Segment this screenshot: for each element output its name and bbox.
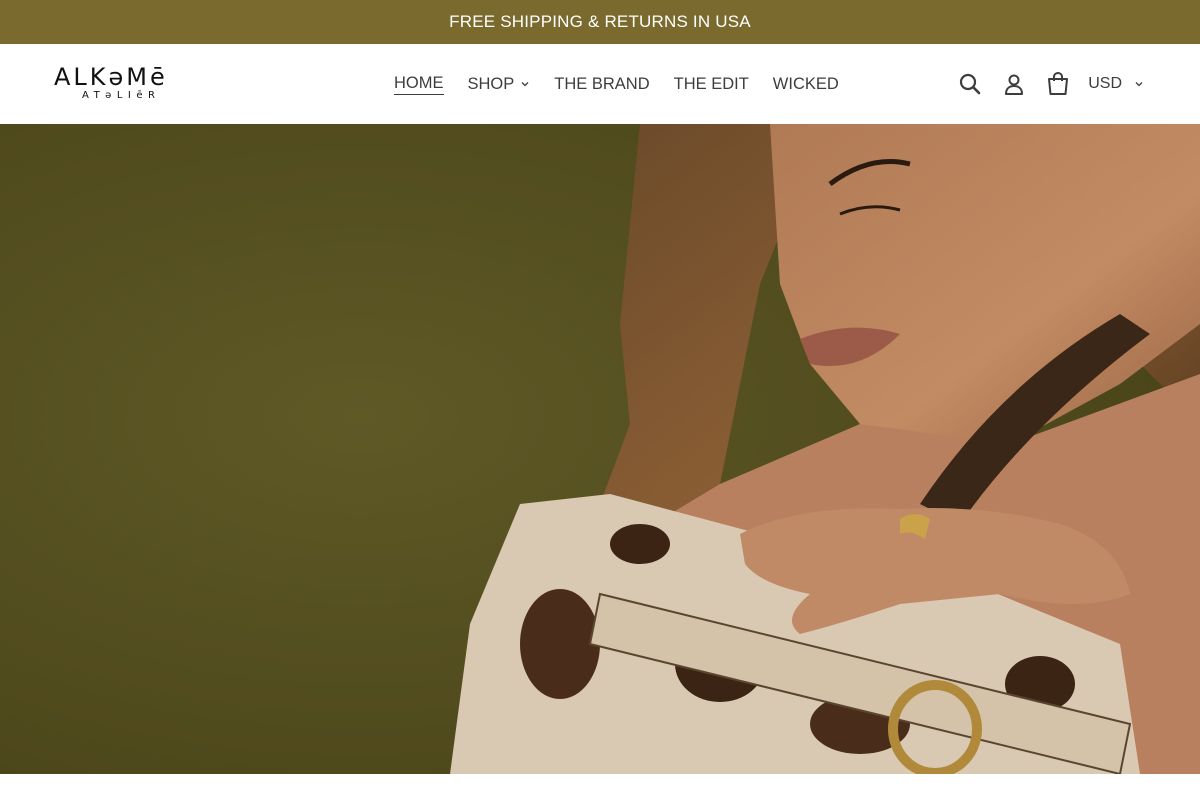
header-actions: USD — [946, 44, 1144, 124]
nav-label: THE EDIT — [673, 74, 749, 93]
currency-selector[interactable]: USD — [1088, 75, 1144, 93]
search-button[interactable] — [950, 64, 990, 104]
nav-item-the-edit[interactable]: THE EDIT — [662, 75, 761, 94]
announcement-text: FREE SHIPPING & RETURNS IN USA — [449, 12, 751, 31]
cart-button[interactable] — [1038, 64, 1078, 104]
hero-banner[interactable] — [0, 124, 1200, 774]
announcement-bar: FREE SHIPPING & RETURNS IN USA — [0, 0, 1200, 44]
search-icon — [960, 73, 981, 95]
logo-subtitle: ATəLIēR — [82, 90, 161, 101]
logo-wordmark: ALKəMē — [54, 63, 168, 91]
cart-icon — [1048, 71, 1069, 95]
chevron-down-icon — [521, 82, 529, 87]
nav-label: WICKED — [772, 74, 839, 93]
nav-label: HOME — [394, 74, 444, 95]
currency-value: USD — [1088, 75, 1122, 92]
site-header: ALKəMē ATəLIēR HOME SHOP THE BRAND THE E… — [0, 44, 1200, 124]
nav-item-home[interactable]: HOME — [382, 74, 456, 95]
account-button[interactable] — [994, 64, 1034, 104]
brand-logo[interactable]: ALKəMē ATəLIēR — [54, 64, 204, 106]
nav-item-shop[interactable]: SHOP — [456, 75, 543, 94]
main-navigation: HOME SHOP THE BRAND THE EDIT WICKED — [382, 44, 851, 124]
account-icon — [1005, 74, 1024, 95]
nav-item-wicked[interactable]: WICKED — [761, 75, 851, 94]
nav-item-the-brand[interactable]: THE BRAND — [542, 75, 661, 94]
nav-label: THE BRAND — [554, 74, 650, 93]
chevron-down-icon — [1135, 82, 1143, 87]
hero-image — [0, 124, 1200, 774]
nav-label: SHOP — [467, 74, 515, 93]
